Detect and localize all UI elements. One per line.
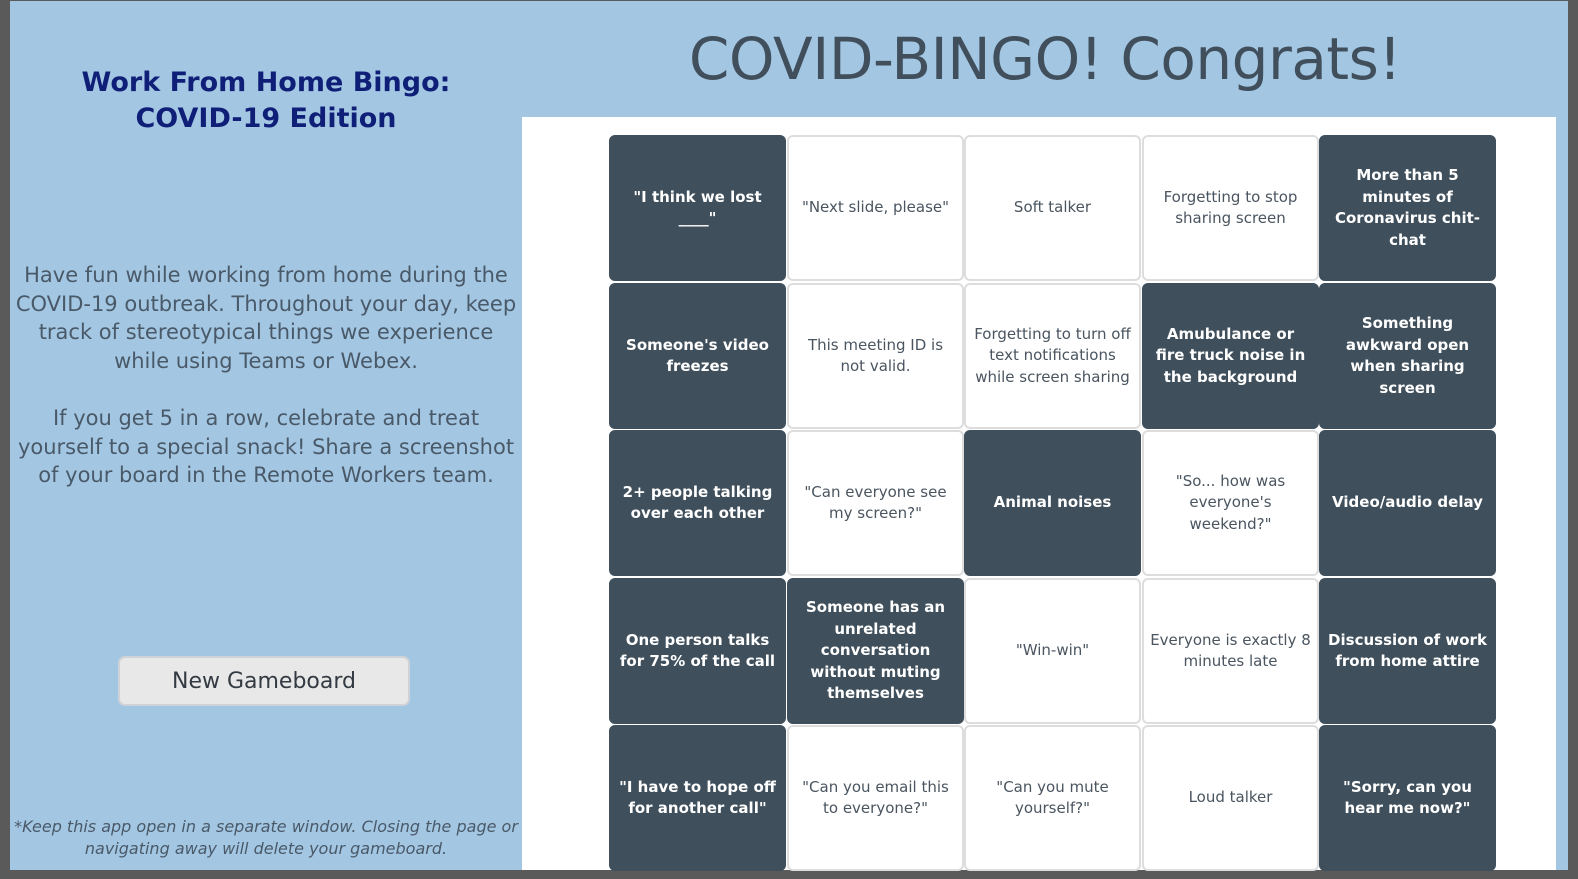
bingo-cell-r3-c4[interactable]: "So... how was everyone's weekend?" [1142, 430, 1319, 576]
bingo-cell-r4-c4[interactable]: Everyone is exactly 8 minutes late [1142, 578, 1319, 724]
bingo-cell-r2-c2[interactable]: This meeting ID is not valid. [787, 283, 964, 429]
bingo-cell-r5-c3[interactable]: "Can you mute yourself?" [964, 725, 1141, 871]
bingo-cell-r5-c5[interactable]: "Sorry, can you hear me now?" [1319, 725, 1496, 871]
description-paragraph-2: If you get 5 in a row, celebrate and tre… [17, 406, 515, 488]
bingo-cell-r3-c3[interactable]: Animal noises [964, 430, 1141, 576]
bingo-cell-r1-c4[interactable]: Forgetting to stop sharing screen [1142, 135, 1319, 281]
bingo-cell-r1-c1[interactable]: "I think we lost ____" [609, 135, 786, 281]
bingo-cell-r5-c4[interactable]: Loud talker [1142, 725, 1319, 871]
bingo-cell-r4-c3[interactable]: "Win-win" [964, 578, 1141, 724]
bingo-cell-r5-c2[interactable]: "Can you email this to everyone?" [787, 725, 964, 871]
bingo-cell-r4-c1[interactable]: One person talks for 75% of the call [609, 578, 786, 724]
app-window: Work From Home Bingo: COVID-19 Edition H… [10, 1, 1568, 871]
bingo-cell-r4-c2[interactable]: Someone has an unrelated conversation wi… [787, 578, 964, 724]
bingo-cell-r1-c2[interactable]: "Next slide, please" [787, 135, 964, 281]
bingo-cell-r5-c1[interactable]: "I have to hope off for another call" [609, 725, 786, 871]
new-gameboard-button[interactable]: New Gameboard [118, 656, 410, 706]
sidebar: Work From Home Bingo: COVID-19 Edition H… [10, 1, 522, 870]
bingo-cell-r4-c5[interactable]: Discussion of work from home attire [1319, 578, 1496, 724]
board-area: "I think we lost ____" "Next slide, pleas… [522, 117, 1556, 871]
bingo-cell-r2-c5[interactable]: Something awkward open when sharing scre… [1319, 283, 1496, 429]
bingo-cell-r3-c1[interactable]: 2+ people talking over each other [609, 430, 786, 576]
app-title: Work From Home Bingo: COVID-19 Edition [10, 65, 522, 137]
congrats-heading: COVID-BINGO! Congrats! [688, 25, 1402, 93]
bingo-cell-r2-c1[interactable]: Someone's video freezes [609, 283, 786, 429]
bingo-cell-r3-c5[interactable]: Video/audio delay [1319, 430, 1496, 576]
footnote: *Keep this app open in a separate window… [14, 817, 518, 858]
bingo-cell-r2-c3[interactable]: Forgetting to turn off text notification… [964, 283, 1141, 429]
app-title-line-2: COVID-19 Edition [135, 103, 397, 134]
app-title-line-1: Work From Home Bingo: [81, 67, 451, 98]
bingo-cell-r1-c5[interactable]: More than 5 minutes of Coronavirus chit-… [1319, 135, 1496, 281]
bingo-cell-r2-c4[interactable]: Amubulance or fire truck noise in the ba… [1142, 283, 1319, 429]
bingo-cell-r1-c3[interactable]: Soft talker [964, 135, 1141, 281]
description-paragraph-1: Have fun while working from home during … [15, 263, 517, 373]
bingo-grid: "I think we lost ____" "Next slide, pleas… [609, 135, 1499, 871]
bingo-cell-r3-c2[interactable]: "Can everyone see my screen?" [787, 430, 964, 576]
